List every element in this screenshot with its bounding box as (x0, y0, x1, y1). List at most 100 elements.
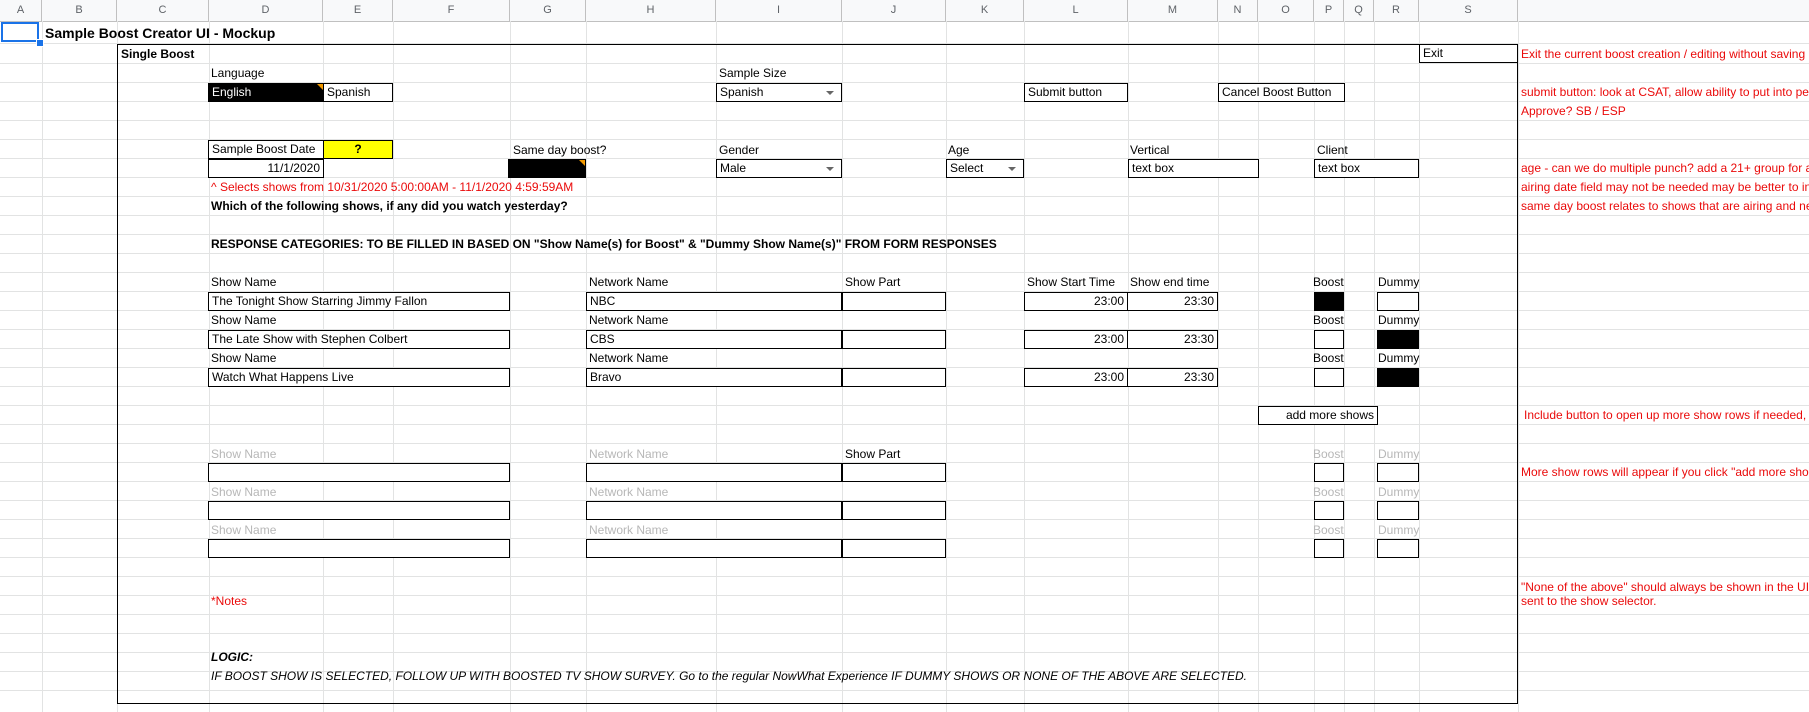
gender-label: Gender (719, 143, 760, 157)
language-option-spanish[interactable]: Spanish (323, 83, 393, 102)
boost-header: Boost (1313, 523, 1344, 537)
network-name-field[interactable] (586, 501, 842, 520)
col-header-q[interactable]: Q (1344, 0, 1374, 21)
show-name-field[interactable]: Watch What Happens Live (208, 368, 510, 387)
dummy-header: Dummy (1378, 275, 1420, 289)
network-name-header: Network Name (589, 351, 669, 365)
dummy-checkbox[interactable] (1377, 330, 1419, 349)
boost-checkbox[interactable] (1314, 368, 1344, 387)
col-header-r[interactable]: R (1374, 0, 1419, 21)
sample-size-value: Spanish (720, 85, 764, 99)
side-note-include: Include button to open up more show rows… (1524, 408, 1807, 422)
col-header-b[interactable]: B (42, 0, 117, 21)
dropdown-arrow-icon (826, 91, 834, 95)
show-end-field[interactable]: 23:30 (1127, 330, 1218, 349)
selected-cell-a1[interactable] (1, 22, 39, 42)
dummy-checkbox[interactable] (1377, 501, 1419, 520)
notes-label: *Notes (211, 594, 248, 608)
col-header-c[interactable]: C (117, 0, 209, 21)
show-start-field[interactable]: 23:00 (1024, 368, 1128, 387)
col-header-n[interactable]: N (1218, 0, 1258, 21)
show-part-field[interactable] (842, 368, 946, 387)
col-header-f[interactable]: F (393, 0, 510, 21)
show-part-field[interactable] (842, 539, 946, 558)
col-header-d[interactable]: D (209, 0, 323, 21)
col-header-m[interactable]: M (1128, 0, 1218, 21)
dummy-checkbox[interactable] (1377, 368, 1419, 387)
dummy-checkbox[interactable] (1377, 292, 1419, 311)
show-end-field[interactable]: 23:30 (1127, 368, 1218, 387)
col-header-p[interactable]: P (1314, 0, 1344, 21)
col-header-k[interactable]: K (946, 0, 1024, 21)
boost-checkbox[interactable] (1314, 463, 1344, 482)
dummy-header: Dummy (1378, 447, 1420, 461)
sample-boost-date-label: Sample Boost Date (208, 140, 324, 159)
gender-select[interactable]: Male (716, 159, 842, 178)
column-header-bar: A B C D E F G H I J K L M N O P Q R S (0, 0, 1809, 22)
col-header-l[interactable]: L (1024, 0, 1128, 21)
dropdown-arrow-icon (826, 167, 834, 171)
col-header-o[interactable]: O (1258, 0, 1314, 21)
show-name-header: Show Name (211, 485, 277, 499)
dummy-checkbox[interactable] (1377, 539, 1419, 558)
show-name-field[interactable] (208, 539, 510, 558)
network-name-header: Network Name (589, 275, 669, 289)
show-part-field[interactable] (842, 330, 946, 349)
col-header-e[interactable]: E (323, 0, 393, 21)
col-header-a[interactable]: A (0, 0, 42, 21)
network-name-header: Network Name (589, 523, 669, 537)
show-part-field[interactable] (842, 463, 946, 482)
cancel-boost-button[interactable]: Cancel Boost Button (1218, 83, 1345, 102)
boost-checkbox[interactable] (1314, 292, 1344, 311)
col-header-g[interactable]: G (510, 0, 586, 21)
network-name-field[interactable]: Bravo (586, 368, 842, 387)
add-more-shows-button[interactable]: add more shows (1258, 406, 1378, 425)
show-end-field[interactable]: 23:30 (1127, 292, 1218, 311)
show-name-field[interactable] (208, 463, 510, 482)
age-select[interactable]: Select (946, 159, 1024, 178)
gender-value: Male (720, 161, 747, 175)
client-label: Client (1317, 143, 1348, 157)
col-header-s[interactable]: S (1419, 0, 1518, 21)
page-title: Sample Boost Creator UI - Mockup (45, 25, 276, 41)
col-header-j[interactable]: J (842, 0, 946, 21)
show-name-field[interactable] (208, 501, 510, 520)
same-day-boost-toggle[interactable] (508, 159, 586, 178)
sample-boost-date-field[interactable]: 11/1/2020 (208, 159, 324, 178)
sample-size-select[interactable]: Spanish (716, 83, 842, 102)
show-name-field[interactable]: The Late Show with Stephen Colbert (208, 330, 510, 349)
col-header-i[interactable]: I (716, 0, 842, 21)
network-name-field[interactable] (586, 463, 842, 482)
show-start-field[interactable]: 23:00 (1024, 292, 1128, 311)
vertical-input[interactable]: text box (1128, 159, 1259, 178)
show-part-field[interactable] (842, 292, 946, 311)
show-name-field[interactable]: The Tonight Show Starring Jimmy Fallon (208, 292, 510, 311)
sample-size-label: Sample Size (719, 66, 787, 80)
network-name-header: Network Name (589, 447, 669, 461)
show-name-header: Show Name (211, 447, 277, 461)
exit-button[interactable]: Exit (1419, 44, 1518, 63)
boost-checkbox[interactable] (1314, 501, 1344, 520)
date-range-note: ^ Selects shows from 10/31/2020 5:00:00A… (211, 180, 574, 194)
boost-checkbox[interactable] (1314, 330, 1344, 349)
date-help-button[interactable]: ? (323, 140, 393, 159)
dummy-header: Dummy (1378, 485, 1420, 499)
side-note-show-selector: sent to the show selector. (1521, 594, 1657, 608)
client-input[interactable]: text box (1314, 159, 1419, 178)
show-part-field[interactable] (842, 501, 946, 520)
selection-fill-handle[interactable] (36, 39, 44, 47)
language-option-english-text: English (212, 85, 252, 99)
boost-header: Boost (1313, 485, 1344, 499)
network-name-field[interactable]: CBS (586, 330, 842, 349)
dummy-checkbox[interactable] (1377, 463, 1419, 482)
show-start-field[interactable]: 23:00 (1024, 330, 1128, 349)
network-name-field[interactable]: NBC (586, 292, 842, 311)
col-header-h[interactable]: H (586, 0, 716, 21)
network-name-field[interactable] (586, 539, 842, 558)
boost-header: Boost (1313, 447, 1344, 461)
show-start-header: Show Start Time (1027, 275, 1116, 289)
submit-button[interactable]: Submit button (1024, 83, 1128, 102)
boost-checkbox[interactable] (1314, 539, 1344, 558)
language-option-english[interactable]: English (208, 83, 324, 102)
network-name-header: Network Name (589, 313, 669, 327)
